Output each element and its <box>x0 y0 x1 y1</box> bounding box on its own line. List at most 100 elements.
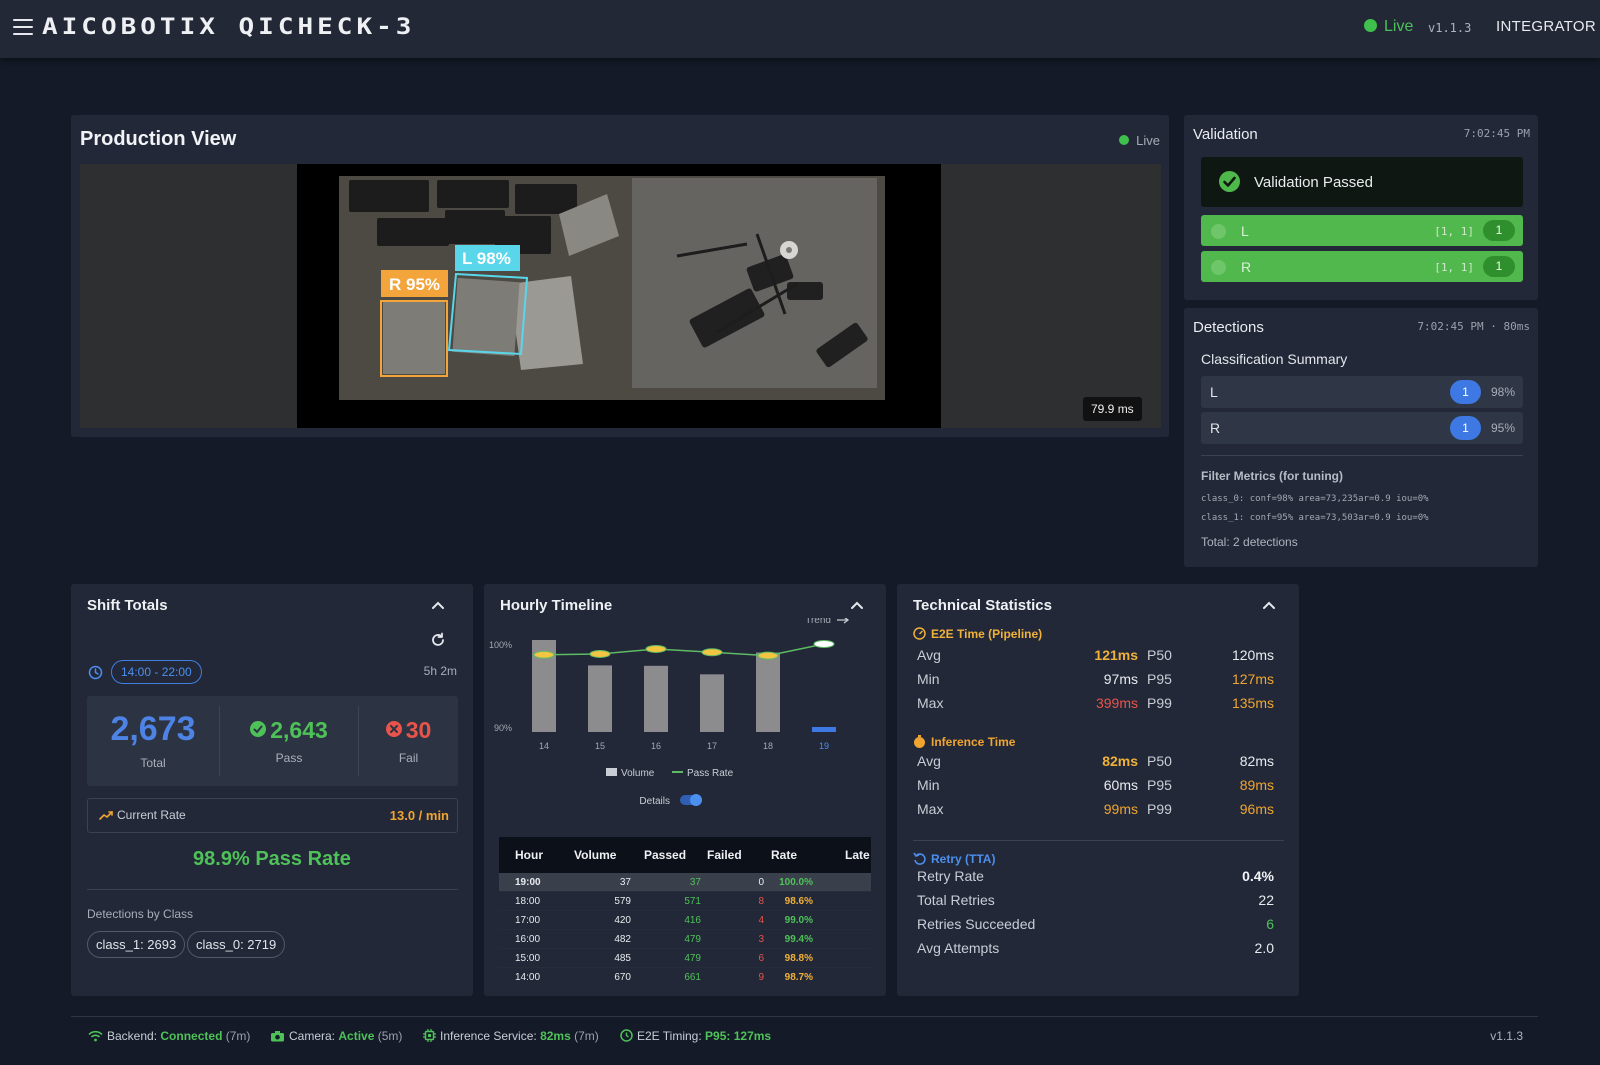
stat-percentile-value: 96ms <box>1239 801 1274 817</box>
class-row-r[interactable]: R 1 95% <box>1201 412 1523 444</box>
column-header[interactable]: Failed <box>707 837 742 873</box>
backend-status: Backend: Connected (7m) <box>88 1029 250 1043</box>
class-row-percent: 98% <box>1490 385 1515 399</box>
backend-age: (7m) <box>225 1029 251 1043</box>
filter-metrics-title: Filter Metrics (for tuning) <box>1201 469 1343 483</box>
x-tick-label: 15 <box>595 741 605 751</box>
table-row[interactable]: 17:00 420 416 4 99.0% <box>499 911 871 930</box>
technical-statistics-panel: Technical Statistics E2E Time (Pipeline)… <box>897 584 1299 996</box>
stat-row: Min 97ms P95 127ms <box>917 671 1279 691</box>
inference-section: Inference Time <box>913 735 1015 749</box>
table-row[interactable]: 18:00 579 571 8 98.6% <box>499 892 871 911</box>
stat-value: 0.4% <box>1242 868 1274 884</box>
class-row-percent: 95% <box>1490 421 1515 435</box>
filter-metric-line: class_1: conf=95% area=73,503ar=0.9 iou=… <box>1201 513 1429 523</box>
total-label: Total <box>140 756 166 770</box>
stat-row: Min 60ms P95 89ms <box>917 777 1279 797</box>
wifi-icon <box>88 1030 103 1042</box>
table-cell-failed: 3 <box>758 934 764 945</box>
validation-panel: Validation 7:02:45 PM Validation Passed … <box>1184 115 1538 300</box>
total-value: 2,673 <box>110 710 196 748</box>
fail-label: Fail <box>398 751 419 765</box>
validation-row-coords: [1, 1] <box>1434 225 1474 238</box>
column-header[interactable]: Passed <box>644 837 686 873</box>
validation-row-label: L <box>1241 223 1249 239</box>
table-cell-hour: 15:00 <box>515 953 541 964</box>
pass-label: Pass <box>275 751 303 765</box>
chevron-up-icon[interactable] <box>431 598 445 612</box>
stat-row: Avg 82ms P50 82ms <box>917 753 1279 773</box>
stat-value: 121ms <box>1094 647 1138 663</box>
stat-row: Max 399ms P99 135ms <box>917 695 1279 715</box>
inference-status: Inference Service: 82ms (7m) <box>423 1029 599 1043</box>
camera-status: Camera: Active (5m) <box>270 1029 402 1043</box>
toggle-knob <box>690 794 702 806</box>
validation-row-coords: [1, 1] <box>1434 261 1474 274</box>
stat-percentile-value: 135ms <box>1231 695 1274 711</box>
camera-label: Camera: <box>289 1029 336 1043</box>
e2e-timing-value: P95: 127ms <box>705 1029 772 1043</box>
x-tick-label: 14 <box>539 741 549 751</box>
arrow-right-icon <box>837 618 850 624</box>
shift-range-chip[interactable]: 14:00 - 22:00 <box>111 660 202 684</box>
clock-icon <box>620 1029 633 1042</box>
table-cell-hour: 17:00 <box>515 915 541 926</box>
user-role-button[interactable]: INTEGRATOR <box>1496 18 1596 35</box>
live-dot-icon <box>1364 19 1377 32</box>
details-toggle[interactable] <box>680 794 702 806</box>
stat-percentile-value: 82ms <box>1239 753 1274 769</box>
check-icon <box>1211 224 1226 239</box>
stat-label: Retries Succeeded <box>917 916 1036 932</box>
production-view-title: Production View <box>80 128 237 150</box>
table-row[interactable]: 19:00 37 37 0 100.0% <box>499 873 871 892</box>
column-header[interactable]: Late <box>845 837 870 873</box>
e2e-section-title: E2E Time (Pipeline) <box>931 627 1043 641</box>
chevron-up-icon[interactable] <box>1262 598 1276 612</box>
divider <box>87 889 458 890</box>
refresh-icon[interactable] <box>430 632 446 648</box>
class-row-count: 1 <box>1450 416 1481 440</box>
inference-age: (7m) <box>574 1029 599 1043</box>
check-circle-icon <box>1219 171 1240 192</box>
detections-total: Total: 2 detections <box>1201 535 1298 549</box>
table-cell-hour: 14:00 <box>515 972 541 983</box>
table-cell-passed: 416 <box>684 915 701 926</box>
current-rate-box: Current Rate 13.0 / min <box>87 798 458 833</box>
status-footer: Backend: Connected (7m) Camera: Active (… <box>71 1026 1538 1048</box>
validation-timestamp: 7:02:45 PM <box>1463 127 1530 140</box>
chevron-up-icon[interactable] <box>850 598 864 612</box>
filter-metric-line: class_0: conf=98% area=73,235ar=0.9 iou=… <box>1201 494 1429 504</box>
validation-row-count: 1 <box>1483 256 1515 277</box>
footer-divider <box>71 1016 1538 1017</box>
validation-row-l: L [1, 1] 1 <box>1201 215 1523 246</box>
class-count-chip: class_0: 2719 <box>187 931 286 958</box>
camera-viewer[interactable]: R 95% L 98% 79.9 ms <box>80 164 1161 428</box>
table-row[interactable]: 14:00 670 661 9 98.7% <box>499 968 871 985</box>
camera-icon <box>271 1031 284 1042</box>
divider <box>1201 455 1523 456</box>
column-header[interactable]: Hour <box>515 837 543 873</box>
detections-title: Detections <box>1193 319 1264 336</box>
stat-value: 97ms <box>1103 671 1138 687</box>
pass-rate-point <box>645 644 667 653</box>
pass-stat: 2,643 Pass <box>220 696 358 786</box>
footer-version: v1.1.3 <box>1490 1029 1523 1043</box>
table-cell-volume: 420 <box>614 915 631 926</box>
table-cell-passed: 37 <box>689 877 701 888</box>
menu-icon[interactable] <box>13 19 33 35</box>
class-row-l[interactable]: L 1 98% <box>1201 376 1523 408</box>
table-row[interactable]: 16:00 482 479 3 99.4% <box>499 930 871 949</box>
stat-percentile-label: P95 <box>1147 777 1172 793</box>
column-header[interactable]: Volume <box>574 837 616 873</box>
class-row-count: 1 <box>1450 380 1481 404</box>
table-cell-passed: 479 <box>684 953 701 964</box>
stat-value: 6 <box>1266 916 1274 932</box>
latency-badge: 79.9 ms <box>1083 397 1142 421</box>
production-view-panel: Production View Live R 95% L 98% 79.9 ms <box>71 115 1169 437</box>
bar-19 <box>812 727 836 732</box>
table-row[interactable]: 15:00 485 479 6 98.8% <box>499 949 871 968</box>
column-header[interactable]: Rate <box>771 837 797 873</box>
stat-label: Max <box>917 801 944 817</box>
live-dot-icon <box>1119 135 1130 145</box>
live-status-label: Live <box>1384 18 1414 35</box>
